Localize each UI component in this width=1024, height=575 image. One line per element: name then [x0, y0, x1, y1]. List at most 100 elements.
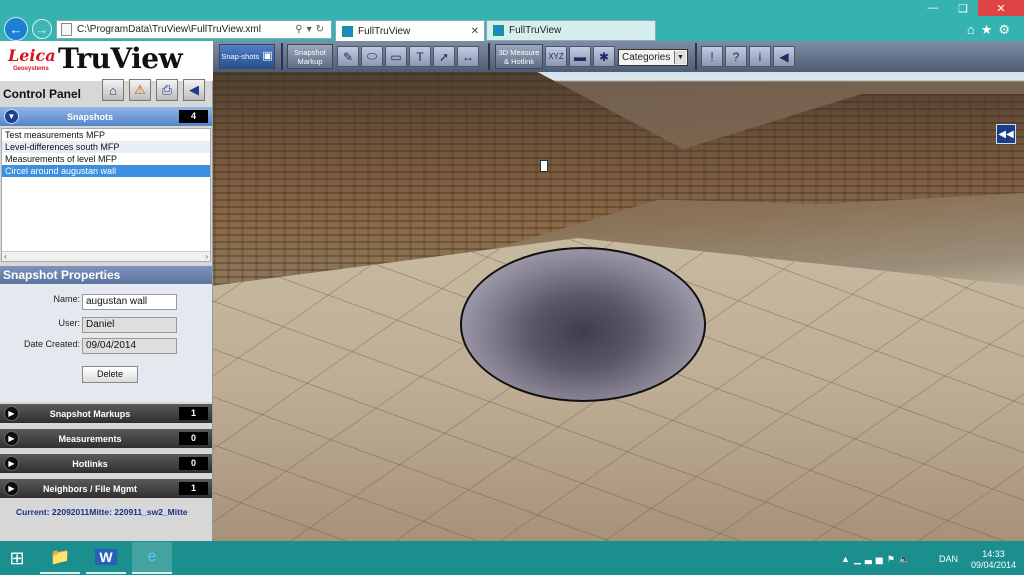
logo-area: Leica Geosystems TruView: [0, 41, 213, 81]
geosystems-label: Geosystems: [13, 66, 49, 72]
control-panel-buttons: ⌂ ⚠ ⎙ ◀: [102, 79, 205, 101]
chevron-down-icon: ▼: [674, 51, 686, 64]
toolbar-separator: [695, 43, 697, 70]
page-icon: [61, 23, 72, 36]
triangle-left-icon: ◀: [779, 49, 789, 64]
rectangle-tool[interactable]: ▭: [385, 46, 407, 67]
list-item[interactable]: Test measurements MFP: [2, 129, 210, 141]
panorama-viewport[interactable]: ◀◀: [213, 72, 1024, 541]
clock-time: 14:33: [982, 549, 1005, 559]
minimize-button[interactable]: —: [918, 0, 948, 16]
collapse-toolbar-button[interactable]: ◀: [773, 46, 795, 67]
tab-favicon: [342, 25, 353, 37]
close-window-button[interactable]: ✕: [978, 0, 1024, 16]
neighbors-file-mgmt-header[interactable]: ▶ Neighbors / File Mgmt 1: [0, 479, 212, 498]
tab-fulltruview[interactable]: FullTruView: [486, 20, 656, 41]
about-button[interactable]: i: [749, 46, 771, 67]
toolbar-separator: [281, 43, 283, 70]
file-explorer-taskbar[interactable]: 📁: [40, 542, 80, 574]
tab-label: FullTruView: [358, 25, 411, 37]
info-icon: i: [758, 49, 762, 64]
ruler-tool[interactable]: ▬: [569, 46, 591, 67]
maximize-button[interactable]: ❑: [948, 0, 978, 16]
pencil-icon: ✎: [342, 49, 354, 64]
taskbar: ⊞ 📁 W e ▲▁▃▅⚑🔈 DAN 14:33 09/04/2014: [0, 541, 1024, 575]
snapshots-button[interactable]: Snap-shots ▣: [219, 44, 275, 69]
language-indicator[interactable]: DAN: [939, 554, 958, 564]
warning-button[interactable]: ⚠: [129, 79, 151, 101]
categories-dropdown[interactable]: Categories ▼: [618, 49, 688, 66]
hotlink-marker[interactable]: [540, 160, 548, 172]
info-button[interactable]: !: [701, 46, 723, 67]
horizontal-scrollbar[interactable]: ‹ ›: [2, 251, 210, 261]
ellipse-icon: ⬭: [366, 49, 378, 63]
ruler-icon: ▬: [574, 49, 586, 64]
address-controls[interactable]: ⚲▾↻: [295, 24, 328, 35]
name-field[interactable]: augustan wall: [82, 294, 177, 310]
control-panel: Leica Geosystems TruView Control Panel ⌂…: [0, 41, 213, 541]
close-tab-icon[interactable]: ✕: [471, 26, 479, 37]
text-tool[interactable]: T: [409, 46, 431, 67]
list-item-selected[interactable]: Circel around augustan wall: [2, 165, 210, 177]
section-count: 0: [179, 432, 208, 445]
start-button[interactable]: ⊞: [6, 547, 28, 569]
delete-button[interactable]: Delete: [82, 366, 138, 383]
control-panel-title: Control Panel: [3, 87, 82, 101]
list-item[interactable]: Measurements of level MFP: [2, 153, 210, 165]
arrow-tool[interactable]: ➚: [433, 46, 455, 67]
folder-icon: 📁: [50, 549, 70, 566]
home-icon[interactable]: ⌂: [967, 22, 981, 37]
snapshot-list[interactable]: Test measurements MFP Level-differences …: [1, 128, 211, 262]
list-item[interactable]: Level-differences south MFP: [2, 141, 210, 153]
snapshot-markup-button[interactable]: Snapshot Markup: [287, 44, 333, 69]
snapshots-header[interactable]: ▼ Snapshots 4: [0, 107, 212, 126]
expand-sidebar-button[interactable]: ◀◀: [996, 124, 1016, 144]
help-button[interactable]: ?: [725, 46, 747, 67]
user-field: Daniel: [82, 317, 177, 333]
xyz-tool[interactable]: XYZ: [545, 46, 567, 67]
browser-icons: ⌂★⚙: [967, 22, 1016, 38]
scroll-right-icon[interactable]: ›: [205, 252, 208, 261]
measurements-header[interactable]: ▶ Measurements 0: [0, 429, 212, 448]
section-label: Hotlinks: [72, 458, 108, 469]
snapshots-header-label: Snapshots: [66, 111, 113, 122]
printer-icon: ⎙: [161, 82, 173, 97]
dimension-icon: ↔: [462, 49, 474, 64]
text-icon: T: [416, 49, 424, 64]
hotlinks-header[interactable]: ▶ Hotlinks 0: [0, 454, 212, 473]
forward-button[interactable]: →: [32, 19, 52, 39]
address-bar[interactable]: C:\ProgramData\TruView\FullTruView.xml ⚲…: [56, 20, 332, 39]
ellipse-tool[interactable]: ⬭: [361, 46, 383, 67]
measure-hotlink-button[interactable]: 3D Measure & Hotlink: [495, 44, 543, 69]
snapshots-count: 4: [179, 110, 208, 123]
snapshot-markup-ellipse[interactable]: [460, 247, 706, 402]
section-label: Measurements: [58, 433, 122, 444]
collapse-panel-button[interactable]: ◀: [183, 79, 205, 101]
pencil-tool[interactable]: ✎: [337, 46, 359, 67]
word-taskbar[interactable]: W: [86, 542, 126, 574]
favorites-icon[interactable]: ★: [981, 22, 999, 37]
dimension-tool[interactable]: ↔: [457, 46, 479, 67]
home-button[interactable]: ⌂: [102, 79, 124, 101]
print-button[interactable]: ⎙: [156, 79, 178, 101]
home-icon: ⌂: [109, 82, 117, 98]
internet-explorer-taskbar[interactable]: e: [132, 542, 172, 574]
rectangle-icon: ▭: [390, 49, 402, 64]
clock[interactable]: 14:33 09/04/2014: [971, 549, 1016, 571]
toolbar-separator: [488, 43, 490, 70]
categories-dropdown-label: Categories: [622, 52, 671, 63]
scroll-left-icon[interactable]: ‹: [4, 252, 7, 261]
leica-logo: Leica: [8, 46, 56, 65]
system-tray[interactable]: ▲▁▃▅⚑🔈: [841, 554, 914, 565]
gear-icon[interactable]: ⚙: [998, 22, 1016, 37]
arrow-icon: ➚: [438, 49, 450, 64]
chevron-up-icon[interactable]: ▲: [841, 554, 854, 564]
back-button[interactable]: ←: [4, 17, 28, 41]
section-count: 0: [179, 457, 208, 470]
snapshot-markups-header[interactable]: ▶ Snapshot Markups 1: [0, 404, 212, 423]
signal-icon: ▁▃▅: [853, 554, 887, 564]
warning-icon: ⚠: [134, 82, 146, 97]
tab-fulltruview-active[interactable]: FullTruView ✕: [335, 20, 485, 41]
crosshair-tool[interactable]: ✱: [593, 46, 615, 67]
xyz-icon: XYZ: [548, 52, 564, 61]
